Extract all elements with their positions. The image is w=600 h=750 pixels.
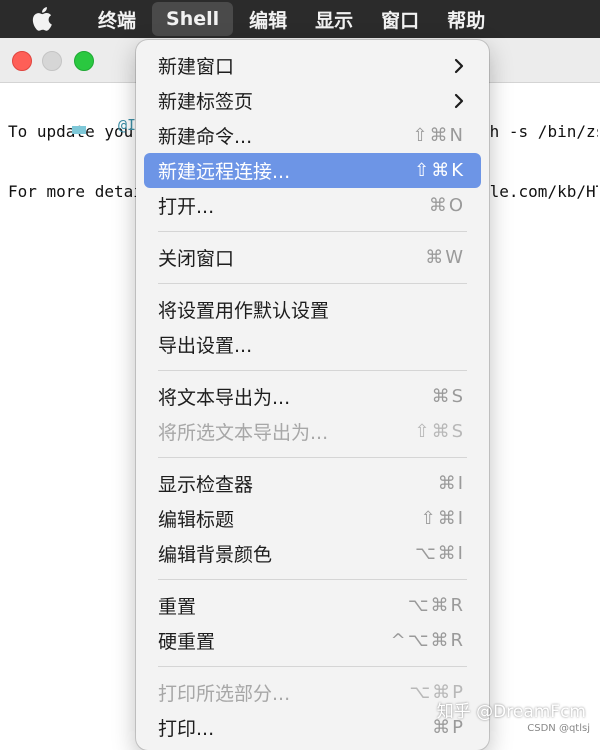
menu-separator [158, 370, 467, 371]
menu-item-export-selected-text: 将所选文本导出为... ⇧⌘S [144, 414, 481, 449]
menu-item-export-settings[interactable]: 导出设置... [144, 327, 481, 362]
menu-item-show-inspector[interactable]: 显示检查器 ⌘I [144, 466, 481, 501]
menubar-item-help[interactable]: 帮助 [433, 0, 499, 38]
close-window-button[interactable] [12, 51, 32, 71]
menu-item-shortcut: ^⌥⌘R [390, 630, 465, 651]
apple-icon[interactable] [28, 5, 56, 33]
menu-item-export-text[interactable]: 将文本导出为... ⌘S [144, 379, 481, 414]
menubar-item-shell[interactable]: Shell [152, 2, 234, 36]
menu-item-print[interactable]: 打印... ⌘P [144, 710, 481, 745]
menu-item-label: 打印所选部分... [158, 683, 291, 705]
menubar-item-view[interactable]: 显示 [301, 0, 367, 38]
menu-item-close-window[interactable]: 关闭窗口 ⌘W [144, 240, 481, 275]
menu-item-shortcut: ⌘I [437, 473, 465, 494]
menu-item-label: 新建远程连接... [158, 161, 291, 183]
minimize-window-button[interactable] [42, 51, 62, 71]
chevron-right-icon [454, 58, 464, 73]
menu-item-shortcut: ⇧⌘K [414, 160, 465, 181]
menu-item-new-command[interactable]: 新建命令... ⇧⌘N [144, 118, 481, 153]
menubar-item-window[interactable]: 窗口 [367, 0, 433, 38]
menu-item-new-remote-connection[interactable]: 新建远程连接... ⇧⌘K [144, 153, 481, 188]
shell-menu: 新建窗口 新建标签页 新建命令... ⇧⌘N 新建远程连接... ⇧⌘K 打开.… [136, 40, 489, 750]
menu-item-label: 新建标签页 [158, 91, 254, 113]
menu-item-label: 新建命令... [158, 126, 253, 148]
menu-separator [158, 457, 467, 458]
menu-item-label: 将设置用作默认设置 [158, 300, 330, 322]
terminal-cursor [72, 126, 86, 134]
menu-item-shortcut: ⌥⌘R [407, 595, 465, 616]
menu-item-label: 将所选文本导出为... [158, 422, 329, 444]
menu-item-shortcut: ⌘S [431, 386, 465, 407]
menu-item-print-selection: 打印所选部分... ⌥⌘P [144, 675, 481, 710]
watermark: 知乎 @DreamFcm [436, 702, 586, 722]
menubar-item-edit[interactable]: 编辑 [235, 0, 301, 38]
menu-item-label: 编辑标题 [158, 509, 235, 531]
menu-item-label: 新建窗口 [158, 56, 235, 78]
menu-item-hard-reset[interactable]: 硬重置 ^⌥⌘R [144, 623, 481, 658]
zoom-window-button[interactable] [74, 51, 94, 71]
menu-separator [158, 231, 467, 232]
menu-item-shortcut: ⇧⌘I [420, 508, 465, 529]
menu-item-edit-background-color[interactable]: 编辑背景颜色 ⌥⌘I [144, 536, 481, 571]
menu-item-label: 硬重置 [158, 631, 216, 653]
menu-item-label: 将文本导出为... [158, 387, 291, 409]
menu-item-edit-title[interactable]: 编辑标题 ⇧⌘I [144, 501, 481, 536]
menu-item-label: 打印... [158, 718, 215, 740]
menu-bar: 终端 Shell 编辑 显示 窗口 帮助 [0, 0, 600, 38]
terminal-prompt: @I [118, 116, 137, 134]
menu-item-shortcut: ⌥⌘I [414, 543, 465, 564]
menu-item-label: 编辑背景颜色 [158, 544, 273, 566]
menu-separator [158, 666, 467, 667]
menubar-item-terminal[interactable]: 终端 [84, 0, 150, 38]
menu-item-new-tab[interactable]: 新建标签页 [144, 83, 481, 118]
menu-separator [158, 283, 467, 284]
menu-item-new-window[interactable]: 新建窗口 [144, 48, 481, 83]
menu-separator [158, 579, 467, 580]
menu-item-shortcut: ⌘W [425, 247, 465, 268]
menu-item-open[interactable]: 打开... ⌘O [144, 188, 481, 223]
menu-item-label: 关闭窗口 [158, 248, 235, 270]
menu-item-shortcut: ⌘O [428, 195, 465, 216]
menu-item-label: 导出设置... [158, 335, 253, 357]
menu-item-reset[interactable]: 重置 ⌥⌘R [144, 588, 481, 623]
menu-item-label: 显示检查器 [158, 474, 254, 496]
chevron-right-icon [454, 93, 464, 108]
menu-item-label: 重置 [158, 596, 197, 618]
menu-item-use-settings-as-default[interactable]: 将设置用作默认设置 [144, 292, 481, 327]
menu-item-shortcut: ⇧⌘S [414, 421, 465, 442]
menu-item-label: 打开... [158, 196, 215, 218]
watermark-sub: CSDN @qtlsj [527, 723, 590, 734]
menu-item-shortcut: ⇧⌘N [412, 125, 465, 146]
